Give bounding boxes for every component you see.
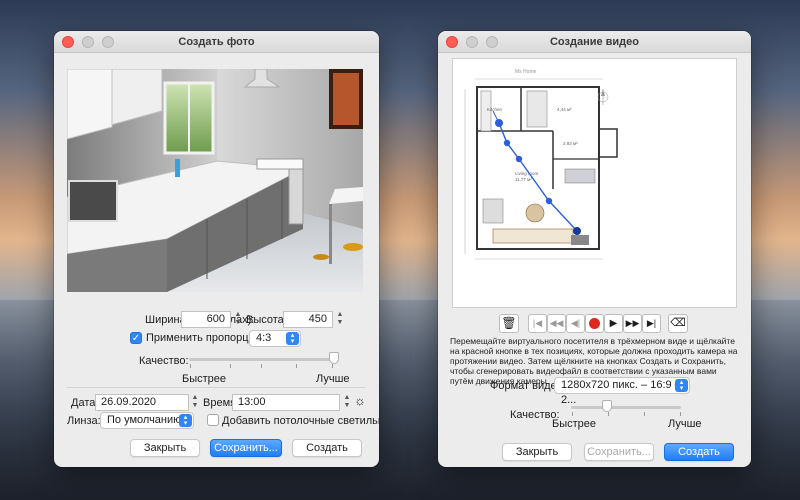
- video-quality-track[interactable]: [571, 406, 681, 409]
- eraser-button[interactable]: ⌫: [668, 314, 688, 333]
- plan-view[interactable]: Ms Home Kitchen 4,44 м² 2,93 м² Living r…: [452, 58, 737, 308]
- close-button[interactable]: Закрыть: [502, 443, 572, 461]
- height-label: Высота:: [246, 314, 287, 326]
- window-title: Создание видео: [549, 36, 639, 48]
- ratio-value: 4:3: [256, 332, 272, 344]
- skip-back-icon: |◀: [532, 318, 543, 328]
- trash-icon: 🗑: [501, 316, 517, 330]
- zoom-window-button[interactable]: [486, 36, 498, 48]
- create-photo-window: Создать фото Ширина 600 ▲ ▼ Высота: 450 …: [54, 31, 379, 467]
- lens-popup[interactable]: По умолчанию ▴ ▾: [100, 412, 194, 429]
- photo-quality-tick: [190, 364, 191, 368]
- go-to-end-button[interactable]: ▶|: [642, 314, 661, 333]
- title-bar: Создание видео: [438, 31, 751, 53]
- path-point[interactable]: [515, 155, 523, 163]
- photo-quality-label: Качество:: [139, 355, 189, 367]
- save-button[interactable]: Сохранить...: [210, 439, 282, 457]
- close-button[interactable]: Закрыть: [130, 439, 200, 457]
- play-button[interactable]: ▶: [604, 314, 623, 333]
- lens-label: Линза:: [67, 415, 101, 427]
- height-field[interactable]: 450: [283, 311, 333, 328]
- create-button[interactable]: Создать: [664, 443, 734, 461]
- video-quality-knob[interactable]: [602, 400, 613, 412]
- photo-quality-better: Лучше: [316, 373, 350, 385]
- photo-quality-tick: [332, 364, 333, 368]
- rewind-button[interactable]: ◀◀: [547, 314, 566, 333]
- delete-path-button[interactable]: 🗑: [499, 314, 519, 333]
- video-quality-faster: Быстрее: [552, 418, 597, 430]
- separator: [66, 387, 366, 388]
- photo-quality-tick: [296, 364, 297, 368]
- save-button[interactable]: Сохранить...: [584, 443, 654, 461]
- zoom-window-button[interactable]: [102, 36, 114, 48]
- title-bar: Создать фото: [54, 31, 379, 53]
- plan-title: Ms Home: [515, 69, 537, 75]
- photo-quality-knob[interactable]: [329, 352, 339, 364]
- rewind-icon: ◀◀: [549, 318, 564, 328]
- room-label: 11,77 м²: [515, 177, 532, 182]
- record-icon: [589, 318, 600, 329]
- fast-forward-icon: ▶▶: [625, 318, 640, 328]
- video-quality-tick: [572, 412, 573, 416]
- go-to-start-button[interactable]: |◀: [528, 314, 547, 333]
- proportions-checkbox[interactable]: ✓: [130, 332, 142, 344]
- fast-forward-button[interactable]: ▶▶: [623, 314, 642, 333]
- window-title: Создать фото: [178, 36, 255, 48]
- step-back-button[interactable]: ◀|: [566, 314, 585, 333]
- visitor-icon[interactable]: [573, 227, 581, 235]
- format-value: 1280x720 пикс. – 16:9 – 2...: [561, 379, 681, 406]
- time-field[interactable]: 13:00: [232, 394, 340, 411]
- path-point[interactable]: [495, 119, 503, 127]
- ratio-popup[interactable]: 4:3 ▴ ▾: [249, 330, 301, 347]
- play-icon: ▶: [609, 318, 618, 329]
- path-point[interactable]: [503, 139, 511, 147]
- record-button[interactable]: [585, 314, 604, 333]
- kitchen-render-image: [67, 69, 363, 292]
- floor-plan: Ms Home Kitchen 4,44 м² 2,93 м² Living r…: [464, 69, 618, 260]
- minimize-window-button[interactable]: [82, 36, 94, 48]
- photo-quality-faster: Быстрее: [182, 373, 227, 385]
- width-stepper[interactable]: ▲ ▼: [233, 311, 243, 328]
- room-label: Kitchen: [487, 107, 503, 112]
- close-window-button[interactable]: [62, 36, 74, 48]
- date-field[interactable]: 26.09.2020: [95, 394, 189, 411]
- time-stepper[interactable]: ▲ ▼: [342, 394, 352, 411]
- room-label: 4,44 м²: [557, 107, 572, 112]
- video-quality-tick: [680, 412, 681, 416]
- ceiling-lights-checkbox[interactable]: [207, 414, 219, 426]
- width-field[interactable]: 600: [181, 311, 231, 328]
- proportions-label: Применить пропорции:: [146, 332, 264, 344]
- sun-icon[interactable]: ☼: [354, 393, 366, 408]
- skip-forward-icon: ▶|: [646, 318, 657, 328]
- chevron-updown-icon: ▴ ▾: [675, 379, 688, 392]
- transport-controls: |◀ ◀◀ ◀| ▶ ▶▶ ▶|: [528, 314, 662, 333]
- date-stepper[interactable]: ▲ ▼: [190, 394, 200, 411]
- lens-value: По умолчанию: [107, 414, 182, 426]
- path-point[interactable]: [545, 197, 553, 205]
- photo-preview: [67, 69, 363, 292]
- chevron-updown-icon: ▴ ▾: [286, 332, 299, 345]
- create-button[interactable]: Создать: [292, 439, 362, 457]
- photo-quality-track[interactable]: [189, 358, 334, 361]
- video-quality-better: Лучше: [668, 418, 702, 430]
- ceiling-lights-label: Добавить потолочные светильники: [222, 415, 379, 427]
- create-video-window: Создание видео Ms Home Kitchen 4,44 м² 2…: [438, 31, 751, 467]
- room-label: 2,93 м²: [563, 141, 578, 146]
- photo-quality-tick: [261, 364, 262, 368]
- eraser-icon: ⌫: [670, 317, 686, 329]
- close-window-button[interactable]: [446, 36, 458, 48]
- photo-quality-tick: [230, 364, 231, 368]
- video-quality-tick: [608, 412, 609, 416]
- minimize-window-button[interactable]: [466, 36, 478, 48]
- format-popup[interactable]: 1280x720 пикс. – 16:9 – 2... ▴ ▾: [554, 377, 690, 406]
- step-back-icon: ◀|: [570, 318, 581, 328]
- room-label: Living room: [515, 171, 539, 176]
- chevron-updown-icon: ▴ ▾: [179, 414, 192, 427]
- height-stepper[interactable]: ▲ ▼: [335, 311, 345, 328]
- video-quality-tick: [644, 412, 645, 416]
